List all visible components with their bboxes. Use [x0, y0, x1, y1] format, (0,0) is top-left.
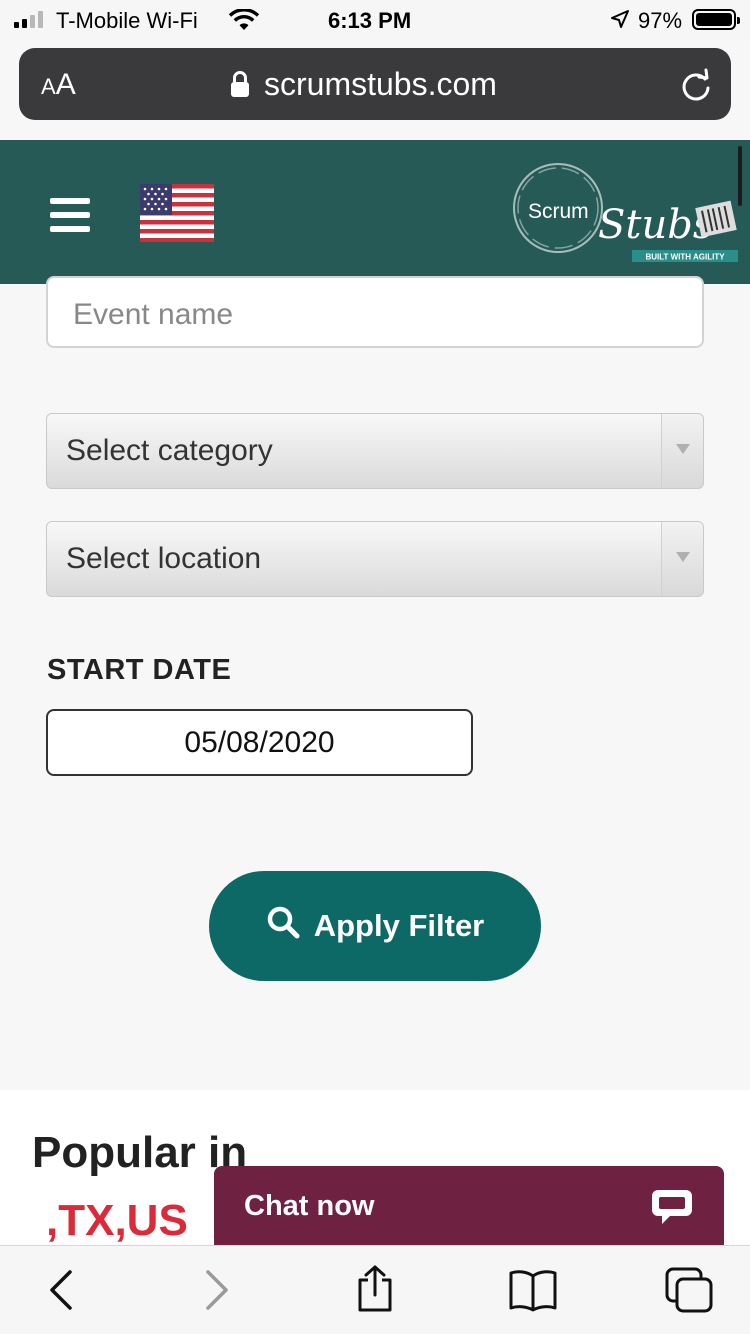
apply-filter-label: Apply Filter — [313, 908, 485, 943]
tabs-icon[interactable] — [664, 1266, 714, 1319]
apply-filter-button[interactable]: Apply Filter — [209, 871, 541, 981]
category-select[interactable]: Select category — [46, 413, 704, 489]
scrumstubs-logo[interactable]: Scrum Stubs BUILT WITH AGILITY — [512, 154, 742, 266]
hamburger-icon[interactable] — [50, 198, 90, 232]
carrier-label: T-Mobile Wi-Fi — [56, 8, 198, 33]
location-arrow-icon — [610, 9, 630, 35]
category-dropdown-arrow[interactable] — [661, 414, 703, 488]
address-bar[interactable]: AA scrumstubs.com — [19, 48, 731, 120]
chevron-down-icon — [676, 552, 690, 562]
share-icon[interactable] — [354, 1264, 396, 1319]
location-select[interactable]: Select location — [46, 521, 704, 597]
start-date-input[interactable]: 05/08/2020 — [46, 709, 473, 776]
status-bar: T-Mobile Wi-Fi 6:13 PM 97% — [0, 0, 750, 40]
bookmarks-icon[interactable] — [508, 1268, 558, 1317]
battery-icon — [692, 9, 740, 30]
event-name-input[interactable]: Event name — [46, 276, 704, 348]
logo-tagline: BUILT WITH AGILITY — [645, 253, 725, 262]
forward-icon[interactable] — [202, 1268, 232, 1317]
signal-icon — [14, 10, 43, 28]
clock: 6:13 PM — [328, 8, 412, 33]
start-date-label: START DATE — [47, 654, 232, 686]
back-icon[interactable] — [46, 1268, 76, 1317]
logo-text: Scrum — [528, 200, 589, 223]
url-domain[interactable]: scrumstubs.com — [264, 66, 497, 103]
lock-icon — [229, 70, 251, 103]
popular-location: ,TX,US — [46, 1196, 188, 1245]
wifi-icon — [228, 8, 260, 37]
text-size-large-label: A — [55, 68, 76, 101]
us-flag-icon[interactable] — [140, 184, 214, 242]
reload-icon[interactable] — [679, 68, 713, 107]
chat-bubble-icon — [650, 1186, 694, 1233]
search-icon — [266, 905, 300, 947]
chat-now-button[interactable]: Chat now — [214, 1166, 724, 1248]
location-select-label: Select location — [66, 542, 262, 575]
location-dropdown-arrow[interactable] — [661, 522, 703, 596]
scrollbar[interactable] — [738, 146, 742, 206]
text-size-small-label: A — [41, 74, 56, 99]
browser-toolbar — [0, 1245, 750, 1334]
battery-percent: 97% — [638, 8, 683, 33]
chat-label: Chat now — [244, 1190, 375, 1222]
text-size-button[interactable]: AA — [41, 68, 76, 102]
chevron-down-icon — [676, 444, 690, 454]
category-select-label: Select category — [66, 434, 273, 467]
site-header: Scrum Stubs BUILT WITH AGILITY — [0, 140, 750, 284]
